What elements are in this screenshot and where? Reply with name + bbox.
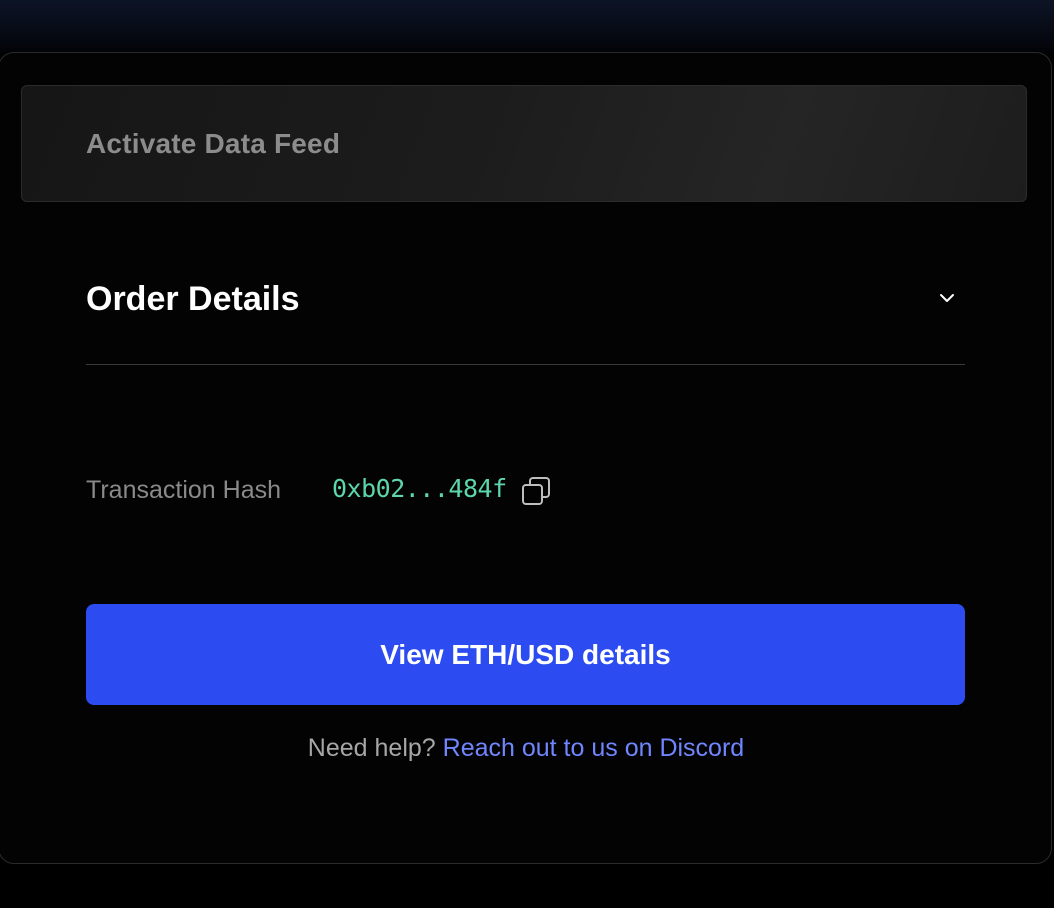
copy-icon[interactable] (520, 475, 552, 507)
activation-card: Activate Data Feed Order Details Transac… (0, 52, 1052, 864)
step-banner: Activate Data Feed (21, 85, 1027, 202)
order-details-title: Order Details (86, 280, 300, 318)
help-prefix: Need help? (307, 734, 436, 762)
order-details-toggle[interactable]: Order Details (86, 278, 965, 366)
page: Activate Data Feed Order Details Transac… (0, 0, 1054, 908)
transaction-hash-label: Transaction Hash (86, 476, 281, 504)
discord-link[interactable]: Reach out to us on Discord (443, 734, 745, 762)
help-text: Need help? Reach out to us on Discord (0, 734, 1053, 763)
chevron-down-icon[interactable] (939, 290, 955, 306)
view-feed-details-button[interactable]: View ETH/USD details (86, 604, 965, 705)
transaction-hash-value[interactable]: 0xb02...484f (332, 474, 507, 503)
section-divider (86, 364, 965, 365)
step-title: Activate Data Feed (86, 128, 341, 159)
